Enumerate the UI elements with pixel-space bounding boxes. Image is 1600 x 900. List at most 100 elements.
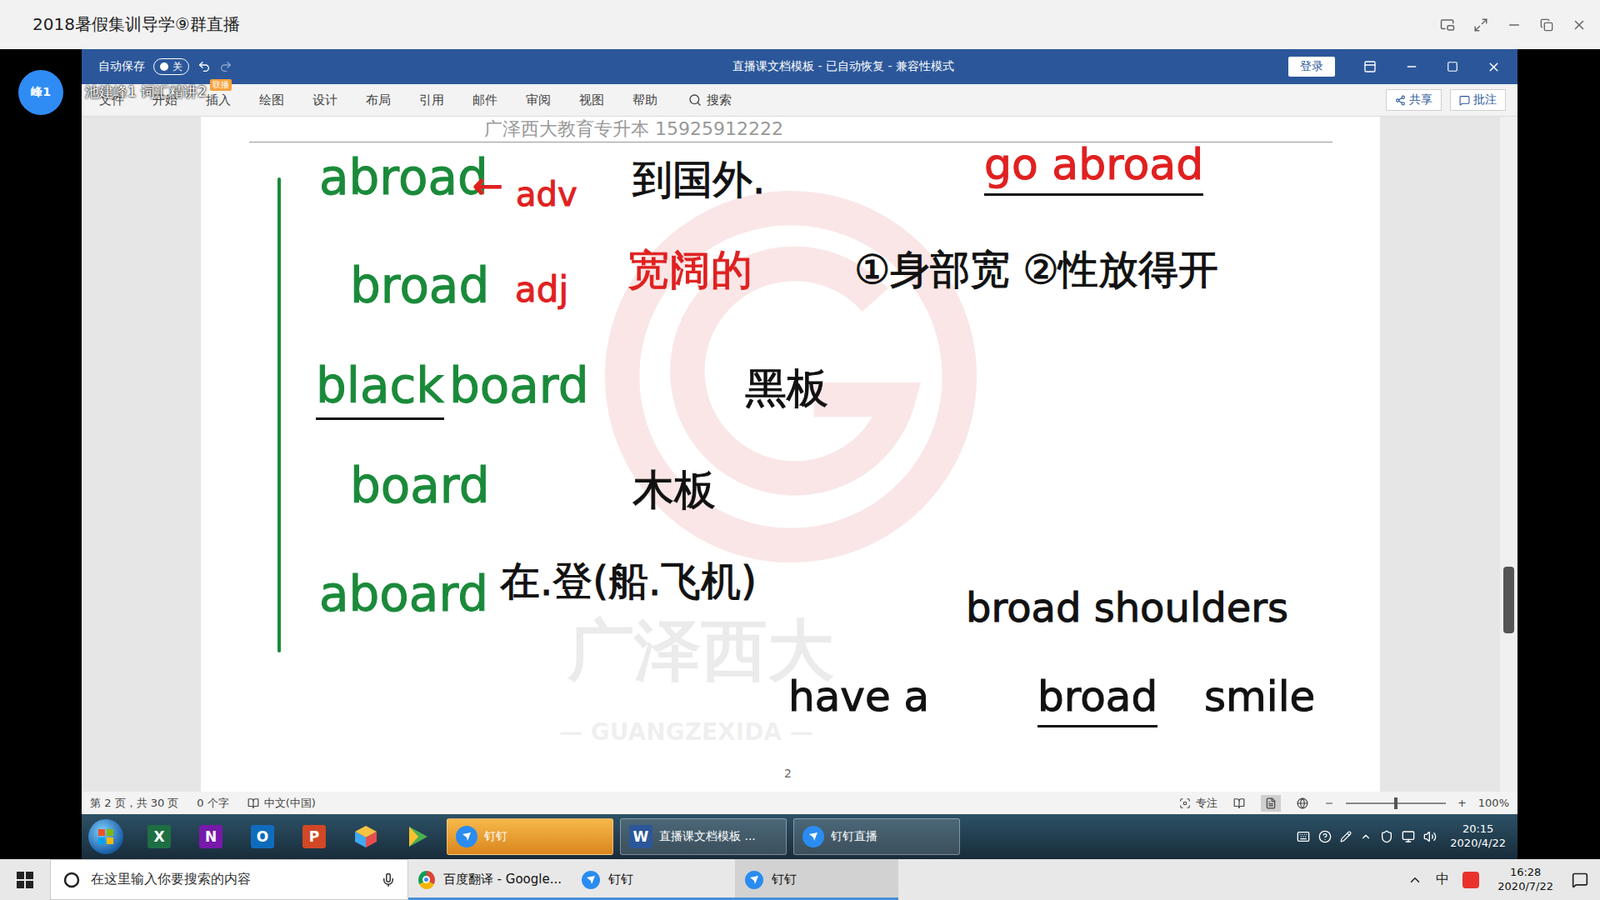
sogou-icon[interactable]: [1462, 871, 1480, 889]
word-count[interactable]: 0 个字: [196, 795, 229, 811]
view-mode-button[interactable]: [1292, 795, 1313, 812]
word-icon: W: [629, 825, 653, 849]
ink-note: black: [315, 358, 445, 420]
ribbon-display-icon[interactable]: [1363, 60, 1377, 74]
login-button[interactable]: 登录: [1288, 56, 1335, 77]
zoom-thumb[interactable]: [1394, 797, 1398, 810]
view-mode-button[interactable]: [1229, 795, 1250, 812]
ink-bracket: [277, 177, 281, 653]
window-controls: [1440, 17, 1587, 33]
status-bar: 第 2 页，共 30 页 0 个字 中文(中国) 专注 +100%: [81, 791, 1518, 815]
remote-clock[interactable]: 20:152020/4/22: [1445, 822, 1511, 851]
page-count[interactable]: 第 2 页，共 30 页: [90, 795, 179, 811]
ribbon-tab[interactable]: 帮助: [618, 92, 672, 109]
scroll-thumb[interactable]: [1503, 566, 1515, 634]
ribbon-tab[interactable]: 开始: [138, 92, 192, 109]
keyboard-icon[interactable]: [1296, 830, 1310, 844]
ribbon-tab[interactable]: 视图: [565, 92, 619, 109]
windows-logo-icon: [16, 871, 34, 889]
taskbar: 在这里输入你要搜索的内容百度翻译 - Google...钉钉钉钉中16:2820…: [0, 859, 1600, 900]
cortana-icon: [62, 870, 81, 890]
ribbon-tab[interactable]: 邮件: [458, 92, 512, 109]
document-page[interactable]: 广泽西大教育专升本 15925912222广泽西大— GUANGZEXIDA —…: [200, 116, 1380, 792]
ribbon-tab[interactable]: 审阅: [511, 92, 565, 109]
pip-icon[interactable]: [1440, 17, 1455, 33]
clock[interactable]: 16:282020/7/22: [1492, 865, 1559, 895]
language[interactable]: 中文(中国): [247, 795, 316, 811]
taskbar-item[interactable]: 钉钉: [735, 859, 899, 900]
ribbon-tab[interactable]: 绘图: [245, 92, 299, 109]
autosave-toggle[interactable]: 关: [153, 58, 190, 75]
screen: 2018暑假集训导学⑨群直播峰1池建峰1 词汇精讲2联播自动保存关直播课文档模板…: [0, 0, 1600, 900]
word-title-bar: 自动保存关直播课文档模板 - 已自动恢复 - 兼容性模式登录: [81, 49, 1518, 85]
ribbon-search[interactable]: 搜索: [688, 92, 732, 109]
close-icon[interactable]: [1571, 17, 1587, 33]
view-mode-button[interactable]: [1260, 795, 1281, 812]
read-mode-icon: [1233, 797, 1245, 810]
help-icon[interactable]: [1318, 830, 1332, 844]
comment-button[interactable]: 批注: [1450, 89, 1506, 111]
start-orb-icon[interactable]: [88, 819, 124, 855]
web-layout-icon: [1296, 797, 1309, 810]
print-layout-icon: [1265, 797, 1277, 810]
taskbar-search[interactable]: 在这里输入你要搜索的内容: [50, 859, 409, 900]
task-button[interactable]: 钉钉直播: [793, 818, 960, 855]
remote-taskbar: XNOP 钉钉W直播课文档模板 ...钉钉直播 20:152020/4/22: [81, 814, 1518, 860]
pen-icon[interactable]: [1340, 830, 1352, 843]
mic-icon[interactable]: [380, 872, 396, 888]
ink-note: aboard: [319, 566, 489, 629]
network-icon[interactable]: [1401, 830, 1415, 844]
ribbon-tab[interactable]: 布局: [351, 92, 405, 109]
pinned-app[interactable]: X: [136, 818, 182, 855]
zoom-out-icon[interactable]: [1324, 798, 1335, 809]
volume-icon[interactable]: [1423, 830, 1437, 844]
pinned-app[interactable]: O: [240, 818, 285, 855]
ribbon-tab[interactable]: 插入: [191, 92, 245, 109]
undo-icon[interactable]: [197, 60, 211, 74]
search-label: 搜索: [706, 92, 732, 109]
ink-note: ①身部宽 ②性放得开: [854, 246, 1219, 299]
dingtalk-glyph-icon: [808, 831, 819, 842]
security-icon[interactable]: [1380, 830, 1394, 844]
restore-icon[interactable]: [1540, 18, 1554, 32]
notification-icon[interactable]: [1571, 871, 1589, 889]
maximize-icon[interactable]: [1446, 60, 1459, 73]
task-button[interactable]: W直播课文档模板 ...: [620, 818, 787, 855]
taskbar-item[interactable]: 钉钉: [571, 859, 735, 900]
tray-expand-icon[interactable]: [1407, 872, 1423, 888]
taskbar-item[interactable]: 百度翻译 - Google...: [408, 859, 572, 900]
vertical-scrollbar[interactable]: [1500, 116, 1518, 792]
app-icon: P: [302, 825, 326, 849]
pinned-app[interactable]: N: [188, 818, 234, 855]
system-tray: 中 16:282020/7/22: [1407, 865, 1600, 895]
zoom-in[interactable]: +: [1457, 796, 1467, 810]
focus-button[interactable]: 专注: [1179, 795, 1218, 811]
tray-expand-icon[interactable]: [1360, 830, 1372, 843]
quick-access: 自动保存关: [98, 58, 399, 75]
ink-note: adj: [515, 270, 569, 316]
ime-indicator[interactable]: 中: [1435, 870, 1450, 889]
redo-icon[interactable]: [219, 60, 233, 74]
pinned-app[interactable]: [343, 818, 389, 855]
minimize-icon[interactable]: [1405, 60, 1419, 74]
ribbon-tab[interactable]: 引用: [405, 92, 459, 109]
fullscreen-icon[interactable]: [1473, 17, 1489, 33]
cube-app-icon: [353, 824, 379, 850]
player-app-icon: [405, 824, 430, 850]
ink-note: 黑板: [745, 365, 829, 420]
close-icon[interactable]: [1486, 60, 1501, 75]
ribbon-tab[interactable]: 设计: [298, 92, 352, 109]
windows-flag-icon: [97, 828, 115, 845]
zoom-level[interactable]: 100%: [1478, 796, 1510, 810]
pinned-app[interactable]: P: [291, 818, 337, 855]
ink-note: broad shoulders: [965, 585, 1289, 637]
zoom-slider[interactable]: [1345, 802, 1446, 805]
minimize-icon[interactable]: [1506, 17, 1522, 33]
presenter-avatar[interactable]: 峰1: [18, 70, 64, 115]
pinned-app[interactable]: [395, 818, 440, 855]
ribbon-tab[interactable]: 文件: [85, 92, 139, 109]
share-button[interactable]: 共享: [1385, 89, 1442, 111]
start-button[interactable]: [0, 859, 50, 900]
task-button[interactable]: 钉钉: [446, 818, 614, 855]
right-strip: [1517, 49, 1600, 860]
